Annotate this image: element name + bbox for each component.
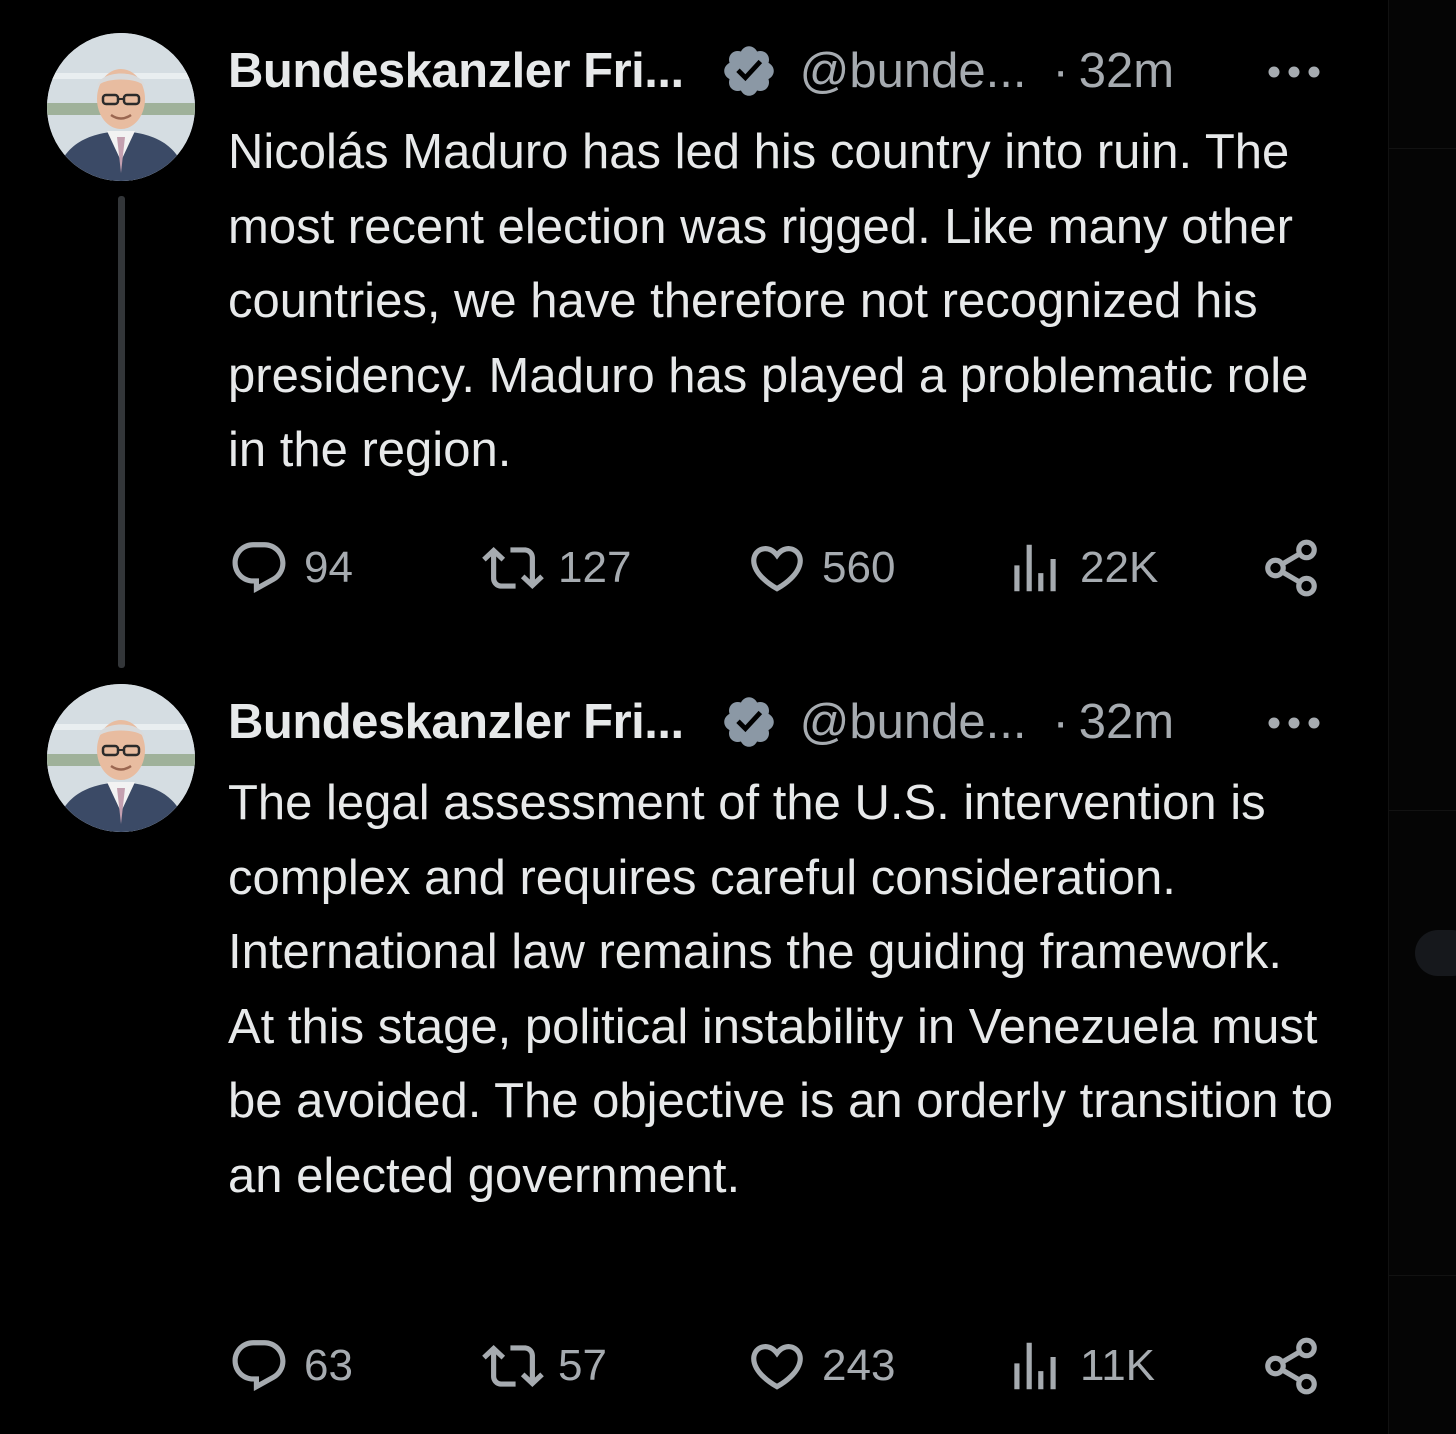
author-handle[interactable]: @bunde... [800,43,1027,99]
thread-connector-line [118,196,125,668]
reply-button[interactable]: 63 [228,1335,353,1397]
right-sidebar-edge [1388,0,1456,1434]
views-count: 11K [1080,1341,1156,1390]
repost-icon [482,547,544,589]
avatar-photo [47,33,195,181]
avatar[interactable] [47,684,195,832]
repost-button[interactable]: 127 [482,537,631,599]
reply-button[interactable]: 94 [228,537,353,599]
share-icon [1265,539,1317,597]
reply-count: 94 [304,543,353,592]
reply-icon [232,1340,286,1392]
divider [1389,148,1456,149]
views-icon [1014,544,1056,592]
action-bar: 63 57 243 11K [228,1335,1328,1397]
views-button[interactable]: 22K [1004,537,1158,599]
like-button[interactable]: 243 [746,1335,895,1397]
more-icon[interactable] [1266,62,1322,82]
author-handle[interactable]: @bunde... [800,694,1027,750]
like-count: 560 [822,543,896,592]
tweet-header: Bundeskanzler Fri... @bunde... · 32m [228,691,1174,753]
avatar-photo [47,684,195,832]
repost-icon [482,1345,544,1387]
more-icon[interactable] [1266,713,1322,733]
repost-count: 57 [558,1341,607,1390]
views-icon [1014,1342,1056,1390]
tweet-text: The legal assessment of the U.S. interve… [228,776,1333,1203]
separator-dot: · [1052,44,1069,98]
like-button[interactable]: 560 [746,537,895,599]
like-count: 243 [822,1341,896,1390]
separator-dot: · [1052,695,1069,749]
timestamp[interactable]: 32m [1079,694,1174,750]
views-count: 22K [1080,543,1159,592]
tweet-text: Nicolás Maduro has led his country into … [228,125,1309,477]
verified-badge-icon [720,693,778,751]
reply-count: 63 [304,1341,353,1390]
avatar[interactable] [47,33,195,181]
views-button[interactable]: 11K [1004,1335,1155,1397]
tweet-header: Bundeskanzler Fri... @bunde... · 32m [228,40,1174,102]
share-icon [1265,1337,1317,1395]
author-name[interactable]: Bundeskanzler Fri... [228,43,684,99]
author-name[interactable]: Bundeskanzler Fri... [228,694,684,750]
follow-pill-partial[interactable] [1415,930,1456,976]
timestamp[interactable]: 32m [1079,43,1174,99]
action-bar: 94 127 560 22K [228,537,1328,599]
verified-badge-icon [720,42,778,100]
repost-button[interactable]: 57 [482,1335,607,1397]
divider [1389,810,1456,811]
heart-icon [751,546,803,592]
share-button[interactable] [1260,1335,1322,1397]
reply-icon [232,542,286,594]
divider [1389,1275,1456,1276]
share-button[interactable] [1260,537,1322,599]
repost-count: 127 [558,543,632,592]
heart-icon [751,1344,803,1390]
